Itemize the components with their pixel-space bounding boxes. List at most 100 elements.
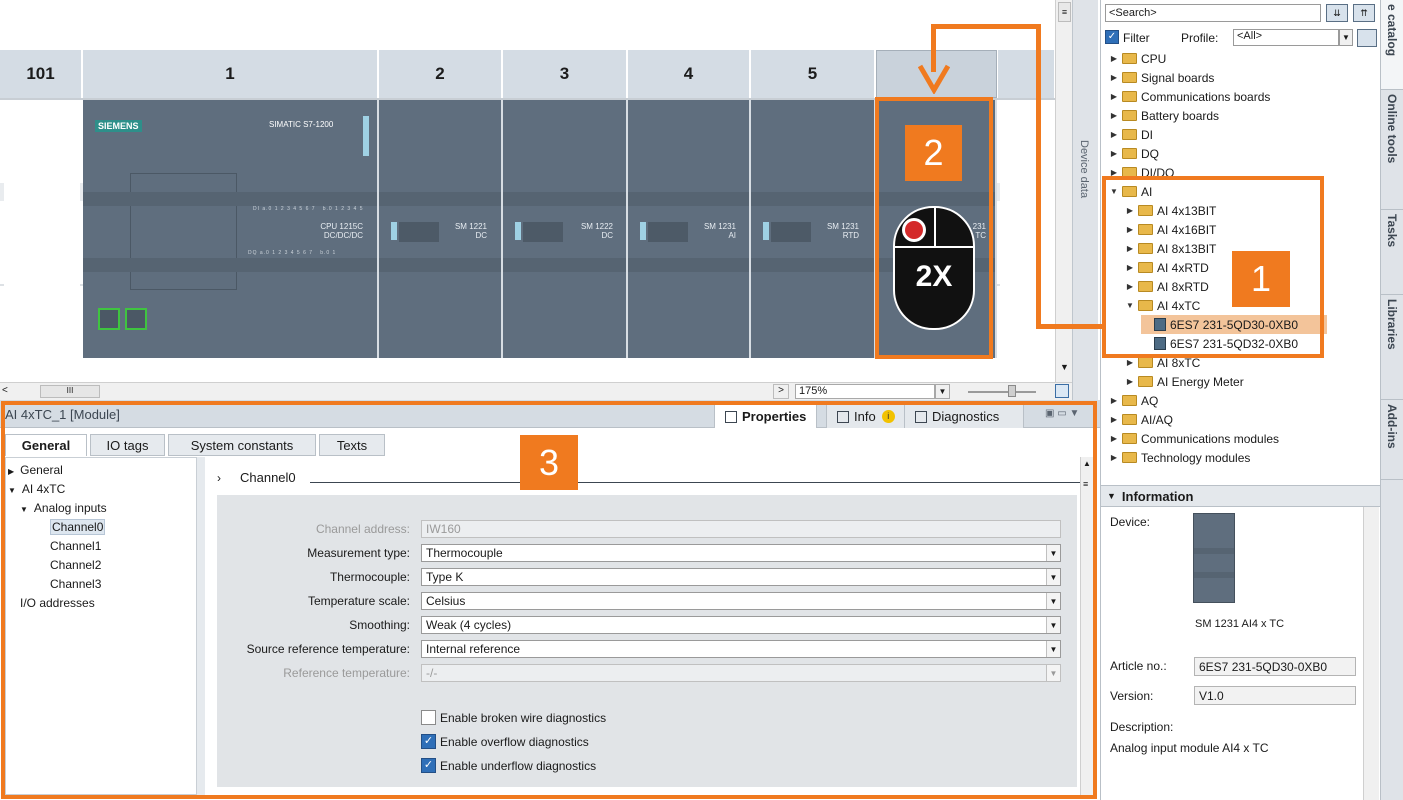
profile-select[interactable]: <All> <box>1233 29 1339 46</box>
catalog-item-label: AQ <box>1141 393 1159 408</box>
tab-online-tools[interactable]: Online tools <box>1381 90 1403 210</box>
catalog-item-label: DI <box>1141 127 1153 142</box>
catalog-item[interactable]: ▶ Battery boards <box>1109 106 1219 125</box>
expand-right-icon[interactable]: ▶ <box>1109 434 1119 443</box>
catalog-item[interactable]: ▶ Communications modules <box>1109 429 1279 448</box>
mouse-button-line <box>895 246 973 248</box>
search-up-icon[interactable]: ⇈ <box>1353 4 1375 22</box>
expand-right-icon[interactable]: ▶ <box>1109 92 1119 101</box>
slot-header-2[interactable]: 2 <box>379 50 502 98</box>
zoom-select[interactable]: 175% <box>795 384 935 399</box>
tab-tasks[interactable]: Tasks <box>1381 210 1403 295</box>
tab-add-ins[interactable]: Add-ins <box>1381 400 1403 480</box>
expand-right-icon[interactable]: ▶ <box>1109 415 1119 424</box>
device-horizontal-scrollbar[interactable]: < III > 175% ▼ <box>0 382 1072 400</box>
scroll-left-icon[interactable]: < <box>2 385 8 396</box>
device-name: SM 1231 AI4 x TC <box>1195 618 1285 630</box>
expand-right-icon[interactable]: ▶ <box>1109 396 1119 405</box>
sm1222-label-1: SM 1222 <box>580 222 613 231</box>
scroll-right-icon[interactable]: > <box>773 384 789 399</box>
filter-checkbox[interactable]: ✓ <box>1105 30 1119 44</box>
zoom-slider-thumb[interactable] <box>1008 385 1016 397</box>
sm1231-rtd-module[interactable]: SM 1231 RTD <box>751 100 876 358</box>
expand-right-icon[interactable]: ▶ <box>1109 73 1119 82</box>
catalog-item[interactable]: ▶ Signal boards <box>1109 68 1214 87</box>
arrow-line-vertical <box>1036 24 1041 329</box>
profile-dropdown-icon[interactable]: ▼ <box>1339 29 1353 46</box>
profinet-port-2[interactable] <box>125 308 147 330</box>
version-select[interactable]: V1.0 <box>1194 686 1356 705</box>
zoom-slider[interactable] <box>968 391 1036 393</box>
information-header[interactable]: ▼ Information <box>1101 485 1381 507</box>
slot-header-3[interactable]: 3 <box>503 50 627 98</box>
device-data-tab-label: Device data <box>1078 140 1090 199</box>
sm1222-module[interactable]: SM 1222 DC <box>503 100 628 358</box>
expand-right-icon[interactable]: ▶ <box>1109 149 1119 158</box>
arrow-head-icon <box>918 64 950 94</box>
tab-hardware-catalog[interactable]: e catalog <box>1381 0 1403 90</box>
cpu-type-line1: CPU 1215C <box>320 222 363 231</box>
sm1222-strip-top <box>503 192 626 206</box>
sm1231-rtd-led <box>763 222 769 240</box>
expand-right-icon[interactable]: ▶ <box>1109 54 1119 63</box>
collapse-chevron-icon[interactable]: ▼ <box>1107 491 1116 501</box>
cpu-module[interactable]: SIEMENS SIMATIC S7-1200 DI a.0 1 2 3 4 5… <box>83 100 379 358</box>
expand-right-icon[interactable]: ▶ <box>1109 453 1119 462</box>
catalog-item[interactable]: ▶ AI/AQ <box>1109 410 1173 429</box>
slot-7-empty[interactable] <box>1000 100 1055 358</box>
expand-right-icon[interactable]: ▶ <box>1125 358 1135 367</box>
folder-icon <box>1122 91 1137 102</box>
sm1221-connector <box>399 222 439 242</box>
zoom-dropdown-icon[interactable]: ▼ <box>935 384 950 399</box>
catalog-item-label: AI Energy Meter <box>1157 374 1244 389</box>
sm1231-ai-label-1: SM 1231 <box>703 222 736 231</box>
slot-header-5[interactable]: 5 <box>751 50 875 98</box>
catalog-item-label: CPU <box>1141 51 1167 66</box>
profinet-port-1[interactable] <box>98 308 120 330</box>
sm1221-strip-bottom <box>379 258 501 272</box>
info-scrollbar[interactable] <box>1363 507 1379 800</box>
zoom-fit-icon[interactable] <box>1055 384 1069 398</box>
scroll-down-icon[interactable]: ▼ <box>1058 362 1071 378</box>
folder-icon <box>1122 414 1137 425</box>
mouse-split-line <box>934 208 936 248</box>
mouse-double-click-icon: 2X <box>893 206 975 330</box>
slot-header-1[interactable]: 1 <box>83 50 378 98</box>
search-down-icon[interactable]: ⇊ <box>1326 4 1348 22</box>
sm1222-label-2: DC <box>601 231 613 240</box>
catalog-item[interactable]: ▶ Technology modules <box>1109 448 1250 467</box>
catalog-item[interactable]: ▶ DQ <box>1109 144 1159 163</box>
sm1221-label-2: DC <box>475 231 487 240</box>
scroll-grip-icon[interactable]: ≡ <box>1058 2 1071 22</box>
sm1221-module[interactable]: SM 1221 DC <box>379 100 503 358</box>
catalog-item[interactable]: ▶ DI <box>1109 125 1153 144</box>
slot-header-7[interactable] <box>998 50 1055 98</box>
slot-header-4[interactable]: 4 <box>628 50 750 98</box>
cpu-terminal-row-1: DI a.0 1 2 3 4 5 6 7 b.0 1 2 3 4 5 <box>253 206 364 212</box>
sm1222-connector <box>523 222 563 242</box>
sm1231-ai-module[interactable]: SM 1231 AI <box>628 100 751 358</box>
catalog-item[interactable]: ▶ Communications boards <box>1109 87 1270 106</box>
sm1221-led <box>391 222 397 240</box>
mouse-left-dot <box>905 221 923 239</box>
slot-101-empty[interactable] <box>4 100 80 358</box>
catalog-item[interactable]: ▶ AQ <box>1109 391 1158 410</box>
cpu-io-strip-top <box>83 192 377 206</box>
tab-libraries[interactable]: Libraries <box>1381 295 1403 400</box>
catalog-search-input[interactable]: <Search> <box>1105 4 1321 22</box>
catalog-item[interactable]: ▶ CPU <box>1109 49 1166 68</box>
callout-2: 2 <box>905 125 962 181</box>
device-data-tab[interactable]: Device data <box>1072 0 1098 400</box>
expand-right-icon[interactable]: ▶ <box>1109 130 1119 139</box>
filter-label: Filter <box>1123 31 1150 45</box>
catalog-item[interactable]: ▶ AI Energy Meter <box>1125 372 1244 391</box>
catalog-settings-icon[interactable] <box>1357 29 1377 47</box>
folder-icon <box>1122 129 1137 140</box>
version-label: Version: <box>1110 689 1154 703</box>
folder-icon <box>1122 72 1137 83</box>
expand-right-icon[interactable]: ▶ <box>1125 377 1135 386</box>
scroll-thumb[interactable]: III <box>40 385 100 398</box>
expand-right-icon[interactable]: ▶ <box>1109 111 1119 120</box>
slot-header-101[interactable]: 101 <box>0 50 82 98</box>
siemens-logo: SIEMENS <box>95 120 142 132</box>
